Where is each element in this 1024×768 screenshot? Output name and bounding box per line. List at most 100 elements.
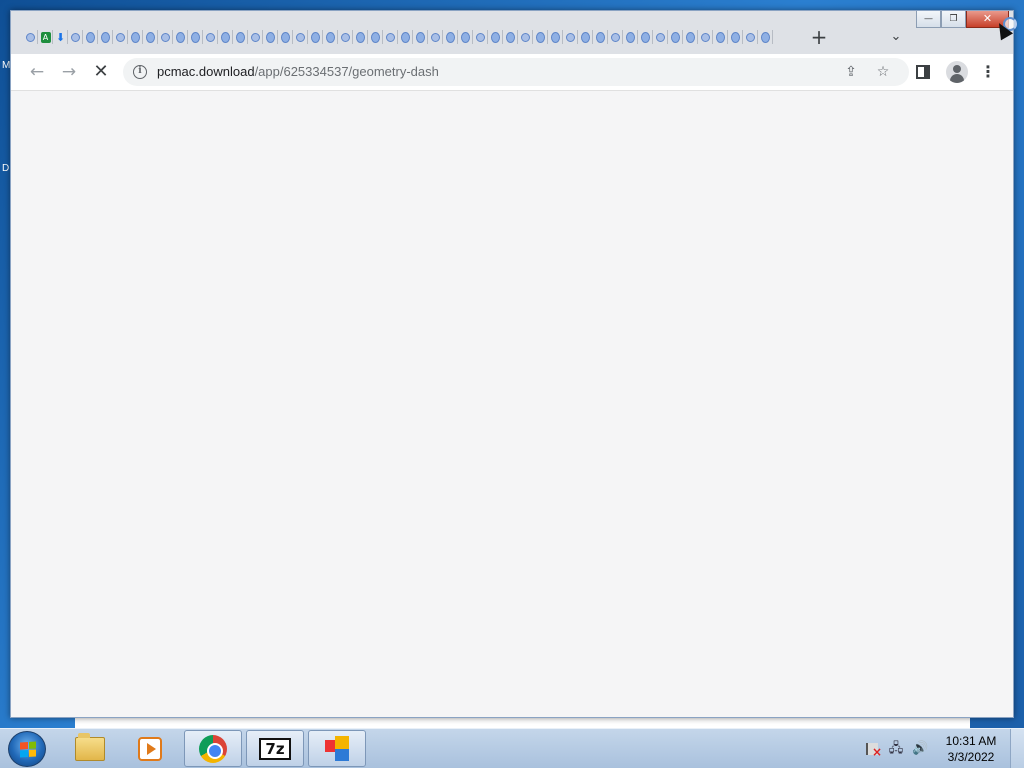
browser-tab[interactable] [413,28,428,46]
browser-tab[interactable] [278,28,293,46]
page-favicon-icon [401,31,410,43]
browser-tab[interactable] [638,28,653,46]
page-favicon-icon [686,31,695,43]
browser-tab[interactable] [503,28,518,46]
new-tab-button[interactable]: + [807,25,831,49]
page-favicon-icon [551,31,560,43]
browser-tab[interactable]: ⬇ [53,28,68,46]
network-icon[interactable]: 🖧 [888,741,904,757]
browser-tab[interactable] [68,28,83,46]
browser-tab[interactable] [488,28,503,46]
minimize-button[interactable]: — [916,11,941,28]
clock[interactable]: 10:31 AM 3/3/2022 [936,733,1006,765]
browser-tab[interactable] [233,28,248,46]
page-favicon-icon [266,31,275,43]
browser-tab[interactable] [473,28,488,46]
browser-tab[interactable] [398,28,413,46]
page-favicon-icon [641,31,650,43]
browser-tab[interactable] [653,28,668,46]
browser-tab[interactable] [668,28,683,46]
address-bar[interactable]: i pcmac.download/app/625334537/geometry-… [123,58,909,86]
url-text[interactable]: pcmac.download/app/625334537/geometry-da… [157,64,439,79]
browser-tab[interactable] [683,28,698,46]
browser-tab[interactable] [218,28,233,46]
browser-tab[interactable] [758,28,773,46]
browser-tab[interactable] [548,28,563,46]
star-icon[interactable]: ☆ [873,62,893,82]
maximize-button[interactable]: ❐ [941,11,966,28]
browser-tab[interactable] [428,28,443,46]
page-favicon-icon [26,32,35,42]
browser-toolbar: ← → ✕ i pcmac.download/app/625334537/geo… [11,54,1013,90]
side-panel-button[interactable] [913,62,933,82]
show-desktop-button[interactable] [1010,729,1024,768]
page-favicon-icon [86,31,95,43]
browser-tab[interactable] [563,28,578,46]
browser-tab[interactable] [518,28,533,46]
page-favicon-icon [191,31,200,43]
browser-tab[interactable] [263,28,278,46]
browser-tab[interactable] [158,28,173,46]
browser-tab[interactable] [98,28,113,46]
browser-tab[interactable] [308,28,323,46]
page-favicon-icon [701,32,710,42]
taskbar-7zip-button[interactable]: 7z [246,730,304,767]
taskbar-explorer-button[interactable] [61,730,119,767]
browser-tab[interactable] [728,28,743,46]
browser-tab[interactable] [578,28,593,46]
browser-tab[interactable] [368,28,383,46]
browser-tab[interactable] [248,28,263,46]
page-favicon-icon [566,32,575,42]
browser-tab[interactable] [533,28,548,46]
page-favicon-icon [176,31,185,43]
browser-tab[interactable] [173,28,188,46]
browser-tab[interactable] [23,28,38,46]
forward-button[interactable]: → [56,59,82,85]
page-favicon-icon [626,31,635,43]
volume-icon[interactable]: 🔊 [912,741,928,757]
page-favicon-icon [446,31,455,43]
taskbar-chrome-button[interactable] [184,730,242,767]
browser-tab[interactable] [593,28,608,46]
tab-search-button[interactable]: ⌄ [884,25,908,49]
browser-tab[interactable]: A [38,28,53,46]
profile-icon[interactable] [946,61,968,83]
windows-start-icon [20,741,36,758]
browser-tab[interactable] [83,28,98,46]
browser-tab[interactable] [203,28,218,46]
browser-tab[interactable] [353,28,368,46]
page-favicon-icon [761,31,770,43]
back-button[interactable]: ← [24,59,50,85]
browser-tab[interactable] [713,28,728,46]
browser-tab[interactable] [458,28,473,46]
browser-tab[interactable] [383,28,398,46]
browser-tab[interactable] [113,28,128,46]
browser-tab[interactable] [743,28,758,46]
browser-tab[interactable] [608,28,623,46]
browser-tab[interactable] [143,28,158,46]
share-icon[interactable]: ⇪ [841,62,861,82]
page-favicon-icon [221,31,230,43]
taskbar-media-player-button[interactable] [121,730,179,767]
folder-icon [75,732,105,761]
browser-tab[interactable] [623,28,638,46]
browser-tab[interactable] [338,28,353,46]
stop-loading-button[interactable]: ✕ [88,59,114,85]
kebab-menu-icon[interactable]: ⋮ [978,62,998,82]
action-center-flag-icon[interactable] [864,741,882,760]
clock-date: 3/3/2022 [947,750,995,764]
page-favicon-icon [116,32,125,42]
browser-tab[interactable] [443,28,458,46]
info-icon[interactable]: i [133,65,147,79]
browser-tab[interactable] [188,28,203,46]
browser-tab[interactable] [323,28,338,46]
page-favicon-icon [146,31,155,43]
taskbar-app-button[interactable] [308,730,366,767]
browser-tab[interactable] [698,28,713,46]
browser-tab[interactable] [128,28,143,46]
browser-tab[interactable] [293,28,308,46]
media-player-icon [138,736,162,761]
page-favicon-icon [341,32,350,42]
start-button[interactable] [8,731,46,767]
browser-window: A ⬇ + ⌄ — ❐ ✕ ← → ✕ i pcmac.download/app/… [10,10,1014,718]
